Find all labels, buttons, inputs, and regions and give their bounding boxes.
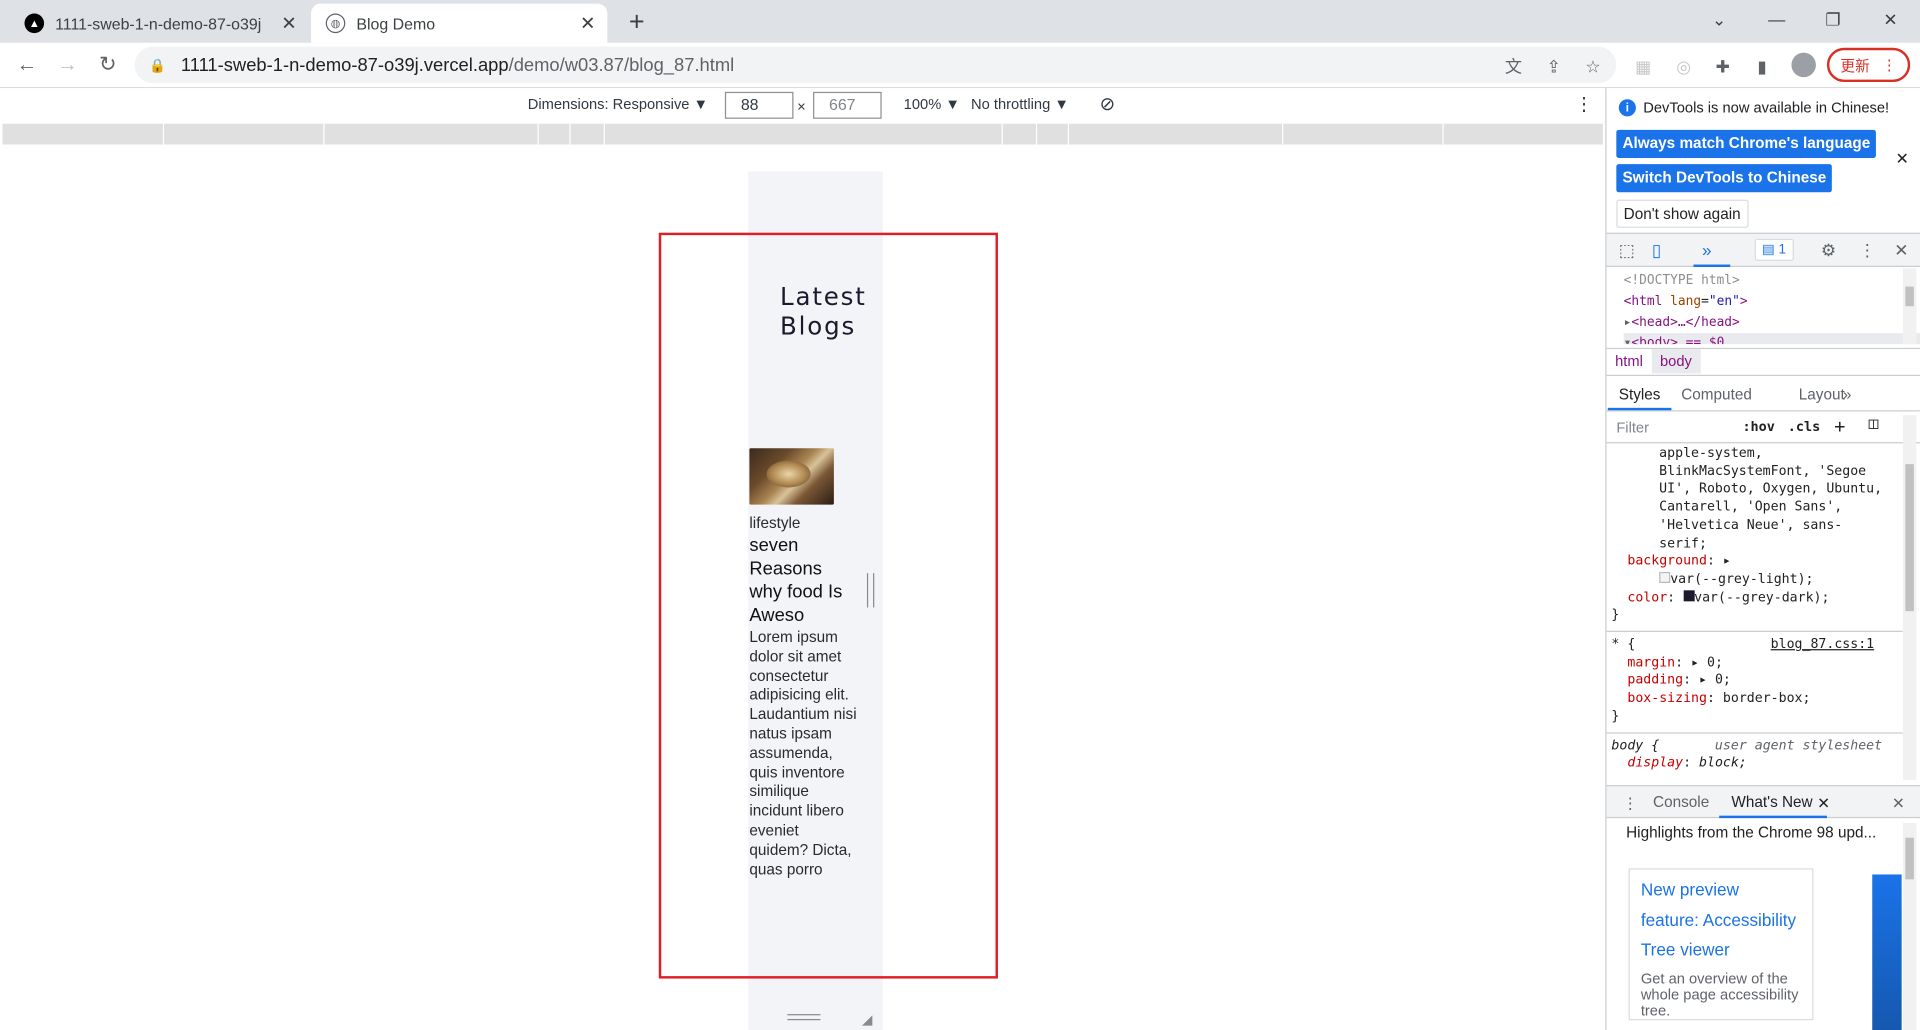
- styles-filter-bar: Filter :hov .cls + ◫: [1606, 412, 1920, 444]
- filter-input[interactable]: Filter: [1616, 419, 1649, 436]
- zoom-dropdown[interactable]: 100% ▼: [904, 96, 960, 113]
- device-toolbar: Dimensions: Responsive ▼ 88 × 667 100% ▼…: [0, 88, 1606, 123]
- minimize-button[interactable]: —: [1749, 2, 1805, 36]
- vercel-icon: ▲: [24, 13, 45, 34]
- kebab-icon: ⋮: [1882, 56, 1897, 74]
- whats-new-card[interactable]: New preview feature: Accessibility Tree …: [1628, 868, 1814, 1021]
- close-icon[interactable]: ✕: [576, 11, 600, 35]
- address-toolbar: ← → ↻ 🔒 1111-sweb-1-n-demo-87-o39j.verce…: [0, 42, 1920, 89]
- resize-handle-corner[interactable]: ◢: [862, 1012, 877, 1028]
- add-rule-icon[interactable]: +: [1834, 415, 1845, 437]
- whats-new-heading: Highlights from the Chrome 98 upd...: [1626, 824, 1877, 842]
- close-window-button[interactable]: ✕: [1862, 2, 1918, 36]
- times-sign: ×: [797, 97, 806, 116]
- url-path: /demo/w03.87/blog_87.html: [508, 54, 735, 76]
- reload-button[interactable]: ↻: [92, 49, 124, 81]
- info-text: DevTools is now available in Chinese!: [1643, 99, 1890, 117]
- throttling-dropdown[interactable]: No throttling ▼: [971, 96, 1069, 113]
- issues-counter[interactable]: ▤ 1: [1754, 238, 1794, 261]
- drawer-menu-icon[interactable]: ⋮: [1622, 794, 1637, 812]
- card-title[interactable]: New preview feature: Accessibility Tree …: [1641, 874, 1801, 964]
- scrollbar[interactable]: [1902, 823, 1917, 1030]
- close-icon[interactable]: ✕: [1817, 794, 1830, 812]
- breadcrumb-html[interactable]: html: [1607, 349, 1652, 373]
- forward-button[interactable]: →: [51, 49, 83, 81]
- emulated-viewport: Latest Blogs lifestyle seven Reasons why…: [0, 144, 1606, 1030]
- width-input[interactable]: 88: [724, 91, 794, 119]
- scrollbar[interactable]: [1902, 415, 1917, 781]
- height-input[interactable]: 667: [813, 91, 882, 119]
- tab-vercel[interactable]: ▲ 1111-sweb-1-n-demo-87-o39j ✕: [10, 4, 309, 43]
- tab-blog-demo[interactable]: ◍ Blog Demo ✕: [311, 3, 608, 43]
- rotate-icon[interactable]: ⊘: [1100, 93, 1115, 115]
- tab-computed[interactable]: Computed: [1681, 386, 1752, 403]
- tab-title: 1111-sweb-1-n-demo-87-o39j: [55, 14, 262, 33]
- hov-toggle[interactable]: :hov: [1742, 419, 1774, 435]
- tab-whats-new[interactable]: What's New: [1731, 794, 1812, 811]
- url-host: 1111-sweb-1-n-demo-87-o39j.vercel.app: [180, 54, 509, 76]
- elements-dom-tree[interactable]: <!DOCTYPE html> <html lang="en"> ▸<head>…: [1607, 268, 1920, 345]
- restore-button[interactable]: ❐: [1805, 2, 1861, 36]
- gear-icon[interactable]: ⚙: [1821, 240, 1836, 261]
- info-message: i DevTools is now available in Chinese!: [1618, 99, 1890, 117]
- head-node[interactable]: <head>…</head>: [1631, 315, 1739, 330]
- address-bar[interactable]: 🔒 1111-sweb-1-n-demo-87-o39j.vercel.app /…: [134, 46, 1617, 84]
- kebab-icon[interactable]: ⋮: [1859, 240, 1876, 261]
- tab-bar: ▲ 1111-sweb-1-n-demo-87-o39j ✕ ◍ Blog De…: [0, 0, 1920, 43]
- more-options-icon[interactable]: ⋮: [1575, 93, 1593, 115]
- bookmark-star-icon[interactable]: ☆: [1580, 53, 1607, 80]
- card-description: Get an overview of the whole page access…: [1640, 969, 1799, 1019]
- more-tabs-icon[interactable]: »: [1843, 386, 1852, 403]
- tab-layout[interactable]: Layout: [1799, 386, 1845, 403]
- more-panels-icon[interactable]: »: [1702, 240, 1712, 260]
- drawer-tabs: ⋮ Console What's New ✕ ✕: [1606, 785, 1920, 819]
- tab-styles[interactable]: Styles: [1619, 386, 1661, 403]
- css-source-link[interactable]: blog_87.css:1: [1771, 636, 1874, 652]
- globe-icon: ◍: [325, 13, 346, 34]
- styles-pane: apple-system, BlinkMacSystemFont, 'Segoe…: [1606, 445, 1903, 793]
- breadcrumb: html body: [1606, 347, 1920, 376]
- sidebar-toggle-icon[interactable]: ◫: [1869, 415, 1879, 433]
- back-button[interactable]: ←: [11, 49, 43, 81]
- body-node[interactable]: <body> == $0: [1631, 336, 1724, 345]
- close-icon[interactable]: ✕: [277, 11, 301, 35]
- side-panel-icon[interactable]: ▮: [1749, 53, 1776, 80]
- dont-show-again-button[interactable]: Don't show again: [1616, 199, 1748, 228]
- close-icon[interactable]: ✕: [1894, 240, 1908, 261]
- update-label: 更新: [1840, 56, 1870, 75]
- extension-icon[interactable]: ◎: [1670, 53, 1697, 80]
- devtools-main-toolbar: ⬚ ▯ » ▤ 1 ⚙ ⋮ ✕: [1606, 232, 1920, 267]
- close-drawer-icon[interactable]: ✕: [1892, 794, 1905, 812]
- update-button[interactable]: 更新 ⋮: [1826, 47, 1911, 83]
- switch-chinese-button[interactable]: Switch DevTools to Chinese: [1616, 164, 1833, 193]
- device-toggle-icon[interactable]: ▯: [1652, 240, 1661, 261]
- extension-icon[interactable]: ▦: [1630, 53, 1657, 80]
- doctype-line: <!DOCTYPE html>: [1623, 273, 1740, 288]
- red-highlight-box: [658, 232, 998, 979]
- styles-subtabs: Styles Computed Layout »: [1606, 377, 1920, 412]
- translate-icon[interactable]: 文: [1500, 53, 1527, 80]
- dimensions-dropdown[interactable]: Dimensions: Responsive ▼: [528, 96, 708, 113]
- resize-handle-bottom[interactable]: [787, 1014, 821, 1021]
- info-icon: i: [1618, 99, 1636, 117]
- breadcrumb-body[interactable]: body: [1651, 349, 1701, 374]
- new-tab-button[interactable]: +: [621, 6, 653, 37]
- avatar[interactable]: [1791, 52, 1816, 78]
- close-icon[interactable]: ✕: [1896, 149, 1909, 169]
- language-infobar: i DevTools is now available in Chinese! …: [1607, 88, 1920, 233]
- puzzle-icon[interactable]: ✚: [1709, 53, 1736, 80]
- devtools-panel: i DevTools is now available in Chinese! …: [1605, 88, 1920, 1030]
- screen: ▲ 1111-sweb-1-n-demo-87-o39j ✕ ◍ Blog De…: [0, 0, 1920, 1030]
- share-icon[interactable]: ⇪: [1540, 53, 1567, 80]
- scrollbar[interactable]: [1902, 268, 1917, 345]
- inspect-icon[interactable]: ⬚: [1619, 240, 1635, 261]
- tab-console[interactable]: Console: [1653, 794, 1709, 811]
- lock-icon: 🔒: [149, 58, 167, 73]
- feature-illustration: [1872, 874, 1902, 1030]
- media-query-ruler[interactable]: [2, 123, 1603, 145]
- match-language-button[interactable]: Always match Chrome's language: [1616, 129, 1877, 158]
- tab-title: Blog Demo: [356, 14, 436, 33]
- tab-search-icon[interactable]: ⌄: [1691, 2, 1747, 36]
- cls-toggle[interactable]: .cls: [1788, 419, 1820, 435]
